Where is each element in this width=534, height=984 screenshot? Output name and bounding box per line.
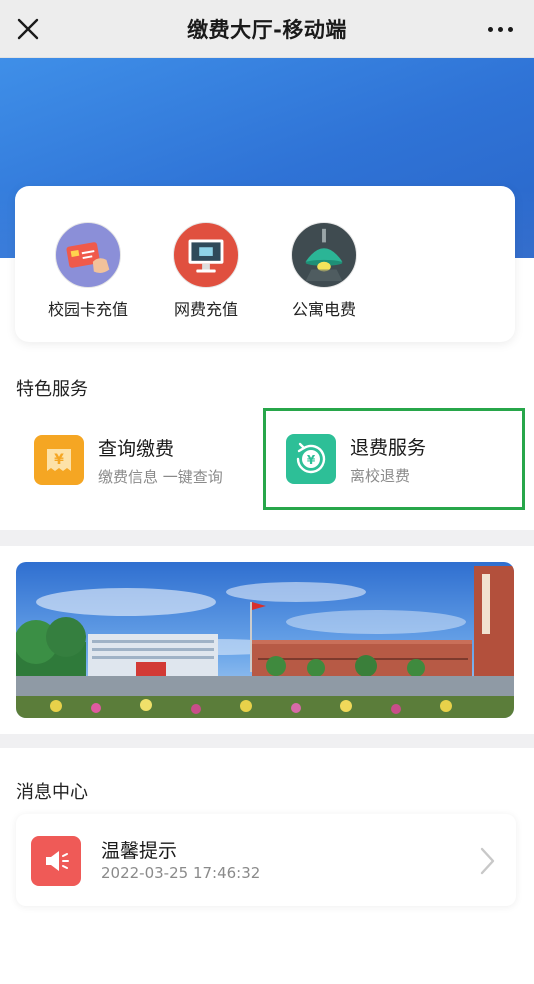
feature-text: 退费服务 离校退费 (350, 433, 426, 486)
message-item[interactable]: 温馨提示 2022-03-25 17:46:32 (16, 814, 516, 906)
yuan-refund-icon: ¥ (286, 434, 336, 484)
featured-section-title: 特色服务 (16, 379, 88, 400)
quick-service-network[interactable]: 网费充值 (151, 222, 261, 322)
quick-service-dorm-electricity[interactable]: 公寓电费 (269, 222, 379, 322)
page-title: 缴费大厅-移动端 (187, 17, 347, 42)
close-icon (17, 18, 39, 40)
feature-refund-service[interactable]: ¥ 退费服务 离校退费 (263, 408, 525, 510)
close-button[interactable] (10, 11, 46, 47)
lamp-icon (291, 222, 357, 288)
feature-title: 查询缴费 (98, 437, 175, 460)
quick-service-campus-card[interactable]: 校园卡充值 (33, 222, 143, 322)
more-dot-icon (497, 26, 503, 32)
more-dot-icon (487, 26, 493, 32)
message-center-title: 消息中心 (16, 782, 88, 803)
campus-photo-section (0, 546, 534, 734)
message-title: 温馨提示 (101, 840, 178, 862)
more-dot-icon (507, 26, 513, 32)
quick-services-card: 校园卡充值 网费充值 公寓电费 (15, 186, 515, 342)
yuan-receipt-icon: ¥ (34, 435, 84, 485)
section-divider (0, 734, 534, 748)
quick-service-label: 校园卡充值 (47, 300, 128, 319)
chevron-right-icon (480, 847, 495, 875)
campus-card-icon (55, 222, 121, 288)
feature-subtitle: 缴费信息 一键查询 (98, 467, 223, 486)
svg-text:¥: ¥ (307, 453, 316, 467)
message-timestamp: 2022-03-25 17:46:32 (101, 864, 261, 882)
payment-hall-page: 缴费大厅-移动端 校园卡充值 网费充值 公寓电费 特色服务 ¥ 查询缴费 缴费信… (0, 0, 534, 984)
megaphone-icon (31, 836, 81, 886)
feature-subtitle: 离校退费 (350, 466, 411, 485)
svg-text:¥: ¥ (54, 452, 64, 468)
feature-title: 退费服务 (350, 436, 427, 459)
quick-service-label: 网费充值 (173, 300, 238, 319)
top-nav-bar: 缴费大厅-移动端 (0, 0, 534, 58)
monitor-icon (173, 222, 239, 288)
section-divider (0, 530, 534, 546)
quick-service-label: 公寓电费 (291, 300, 356, 319)
feature-query-payment[interactable]: ¥ 查询缴费 缴费信息 一键查询 (16, 410, 260, 510)
feature-text: 查询缴费 缴费信息 一键查询 (98, 434, 223, 487)
campus-photo[interactable] (16, 562, 514, 718)
message-center-section: 消息中心 温馨提示 2022-03-25 17:46:32 (0, 748, 534, 984)
more-options-button[interactable] (480, 13, 520, 45)
